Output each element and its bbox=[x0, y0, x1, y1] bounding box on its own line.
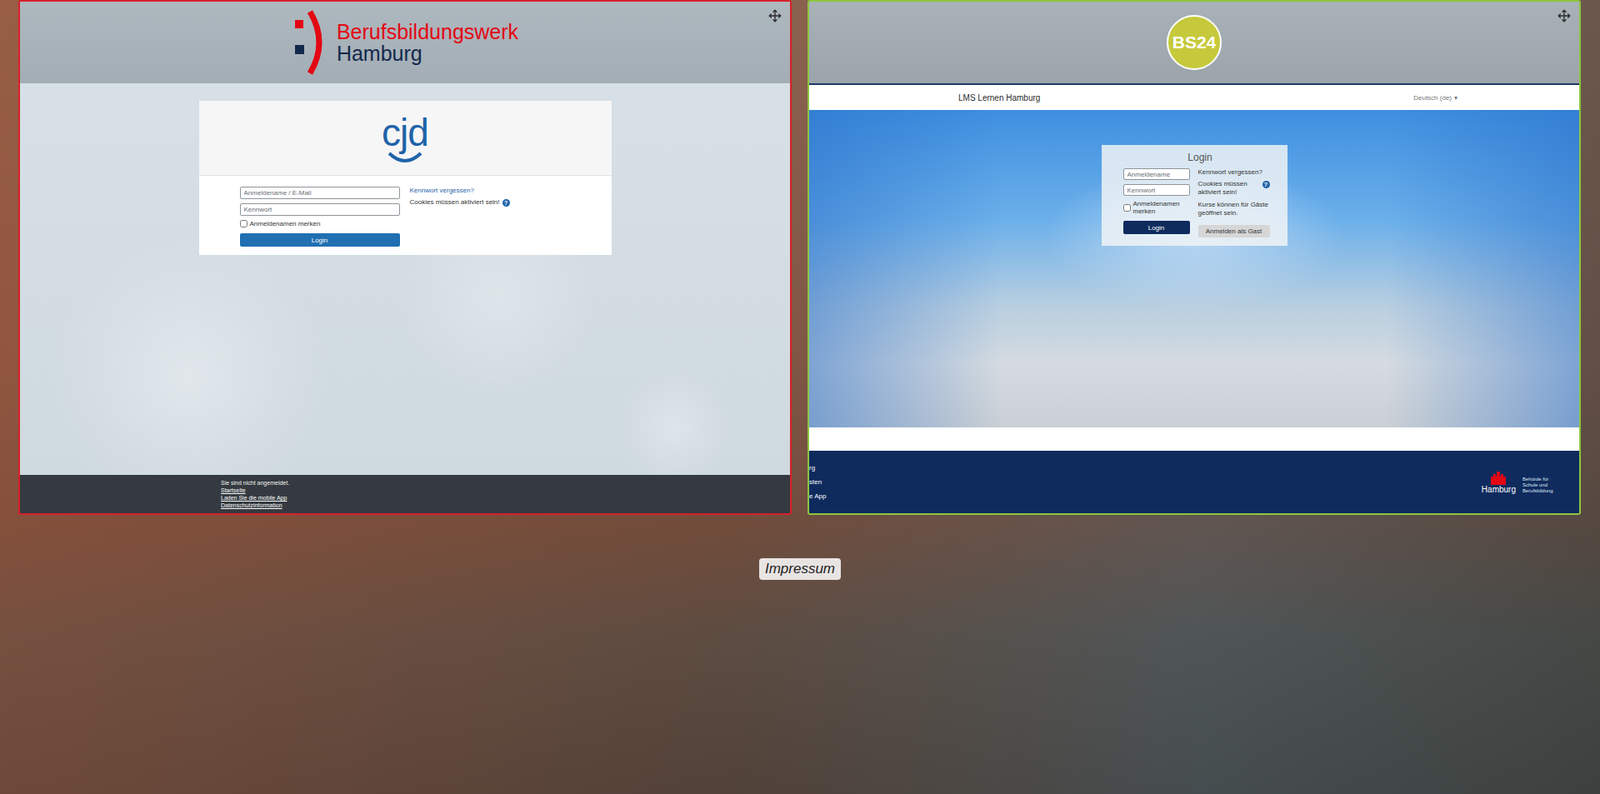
language-menu[interactable]: Deutsch (de)▾ bbox=[1408, 93, 1463, 103]
login-button[interactable]: Login bbox=[240, 233, 400, 247]
bs24-footer: rg sten e App Hamburg Behörde für Schule und… bbox=[809, 450, 1580, 514]
bbw-header: BerufsbildungswerkHamburg bbox=[20, 1, 790, 84]
forgot-link[interactable]: Kennwort vergessen? bbox=[410, 186, 560, 195]
impressum-link[interactable]: Impressum bbox=[759, 558, 841, 580]
cookie-notice: Cookies müssen aktiviert sein!? bbox=[1198, 180, 1270, 197]
bs24-panel: BS24 LMS Lernen Hamburg Deutsch (de)▾ Login… bbox=[807, 0, 1581, 515]
department-name: Behörde für Schule und Berufsbildung bbox=[1522, 476, 1565, 495]
form-info: Kennwort vergessen? Cookies müssen aktivi… bbox=[1198, 168, 1270, 238]
site-name[interactable]: LMS Lernen Hamburg bbox=[958, 93, 1040, 103]
bbw-body: cjd Anmeldenamen merken Login Kennwort verg… bbox=[20, 83, 790, 475]
impressum-row: Impressum bbox=[0, 558, 1600, 580]
login-title: Login bbox=[1123, 151, 1278, 164]
white-strip bbox=[809, 427, 1580, 451]
login-status: Sie sind nicht angemeldet. bbox=[220, 479, 790, 487]
panel-row: BerufsbildungswerkHamburgcjdAnmeldenamen… bbox=[0, 0, 1600, 515]
text-field[interactable] bbox=[1123, 168, 1190, 180]
move-icon[interactable] bbox=[766, 7, 784, 25]
bs24-header: BS24 bbox=[809, 1, 1580, 84]
logo-line: Hamburg bbox=[336, 42, 519, 65]
guest-notice: Kurse können für Gäste geöffnet sein. bbox=[1198, 200, 1270, 218]
text-field[interactable] bbox=[240, 203, 400, 216]
cjd-logo: cjd bbox=[381, 113, 429, 152]
logo-line: Berufsbildungswerk bbox=[336, 20, 519, 43]
caret-icon: ▾ bbox=[1454, 94, 1458, 102]
text-field[interactable] bbox=[1123, 184, 1190, 196]
remember-row[interactable]: Anmeldenamen merken bbox=[1123, 200, 1190, 215]
remember-row[interactable]: Anmeldenamen merken bbox=[240, 220, 400, 228]
form-fields: Anmeldenamen merken Login bbox=[240, 186, 400, 247]
footer-link[interactable]: Startseite bbox=[220, 486, 790, 495]
bbw-smile-icon bbox=[291, 8, 329, 77]
login-card: cjd Anmeldenamen merken Login Kennwort verg… bbox=[199, 100, 612, 255]
footer-link[interactable]: Laden Sie die mobile App bbox=[220, 494, 790, 502]
footer-link[interactable]: e App bbox=[809, 492, 826, 500]
bbw-panel: BerufsbildungswerkHamburg cjd Anmeldenamen… bbox=[18, 0, 792, 515]
hero-image: Login Anmeldenamen merken Login Kennwort ve… bbox=[809, 110, 1580, 428]
hamburg-castle-icon bbox=[1489, 470, 1508, 485]
nav-bar: LMS Lernen Hamburg Deutsch (de)▾ bbox=[809, 83, 1580, 110]
help-icon[interactable]: ? bbox=[1262, 180, 1270, 189]
text-field[interactable] bbox=[240, 186, 400, 200]
remember-label: Anmeldenamen merken bbox=[1133, 200, 1190, 215]
bs24-logo: BS24 bbox=[1166, 15, 1222, 70]
bbw-footer: Sie sind nicht angemeldet.StartseiteLade… bbox=[20, 475, 790, 514]
help-icon[interactable]: ? bbox=[502, 199, 510, 207]
bbw-logo: BerufsbildungswerkHamburg bbox=[291, 8, 519, 77]
footer-link[interactable]: rg bbox=[809, 464, 826, 472]
login-box: Login Anmeldenamen merken Login Kennwort ve… bbox=[1101, 145, 1288, 246]
remember-checkbox[interactable] bbox=[240, 220, 248, 228]
card-header: cjd bbox=[199, 100, 612, 176]
hamburg-name: Hamburg bbox=[1481, 485, 1516, 495]
cjd-smile-icon bbox=[386, 151, 424, 164]
guest-login-button[interactable]: Anmelden als Gast bbox=[1198, 225, 1270, 238]
remember-label: Anmeldenamen merken bbox=[250, 220, 321, 228]
footer-link[interactable]: Datenschutzinformation bbox=[220, 501, 790, 510]
hamburg-logo: Hamburg Behörde für Schule und Berufsbild… bbox=[1481, 470, 1565, 495]
login-columns: Anmeldenamen merken Login Kennwort vergess… bbox=[1123, 168, 1278, 238]
form-info: Kennwort vergessen? Cookies müssen aktivi… bbox=[410, 186, 560, 247]
cookie-notice: Cookies müssen aktiviert sein!? bbox=[410, 198, 560, 207]
footer-link[interactable]: sten bbox=[809, 478, 826, 486]
page: BerufsbildungswerkHamburgcjdAnmeldenamen… bbox=[0, 0, 1600, 794]
bbw-logo-text: BerufsbildungswerkHamburg bbox=[336, 20, 519, 65]
move-icon[interactable] bbox=[1555, 7, 1573, 25]
login-form: Anmeldenamen merken Login Kennwort vergess… bbox=[199, 175, 612, 255]
form-fields: Anmeldenamen merken Login bbox=[1123, 168, 1190, 238]
login-button[interactable]: Login bbox=[1123, 220, 1190, 235]
forgot-link[interactable]: Kennwort vergessen? bbox=[1198, 168, 1270, 176]
footer-links: rg sten e App bbox=[809, 464, 826, 500]
remember-checkbox[interactable] bbox=[1123, 204, 1131, 212]
